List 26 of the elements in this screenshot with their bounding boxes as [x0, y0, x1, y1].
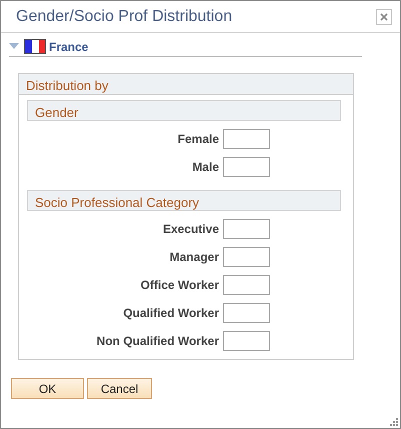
section-header: Gender	[27, 100, 341, 121]
resize-grip-icon[interactable]	[389, 417, 398, 426]
collapse-icon[interactable]	[9, 43, 19, 50]
input-field[interactable]	[223, 331, 270, 351]
input-field[interactable]	[223, 303, 270, 323]
input-field[interactable]	[223, 275, 270, 295]
input-field[interactable]	[223, 247, 270, 267]
field-label: Female	[176, 131, 220, 148]
field-label: Office Worker	[140, 277, 220, 294]
cancel-button[interactable]: Cancel	[87, 378, 152, 399]
ok-button[interactable]: OK	[11, 378, 84, 399]
field-label: Executive	[162, 221, 220, 238]
country-name[interactable]: France	[49, 38, 88, 56]
field-label: Qualified Worker	[122, 305, 220, 322]
close-icon	[380, 12, 388, 20]
close-button[interactable]	[376, 8, 392, 24]
group-header: Distribution by	[19, 74, 353, 95]
input-field[interactable]	[223, 157, 270, 177]
input-field[interactable]	[223, 219, 270, 239]
section-header: Socio Professional Category	[27, 190, 341, 211]
flag-icon	[24, 39, 46, 54]
field-label: Non Qualified Worker	[96, 333, 220, 350]
field-label: Manager	[168, 249, 220, 266]
field-label: Male	[191, 159, 220, 176]
window-title: Gender/Socio Prof Distribution	[16, 6, 232, 26]
input-field[interactable]	[223, 129, 270, 149]
